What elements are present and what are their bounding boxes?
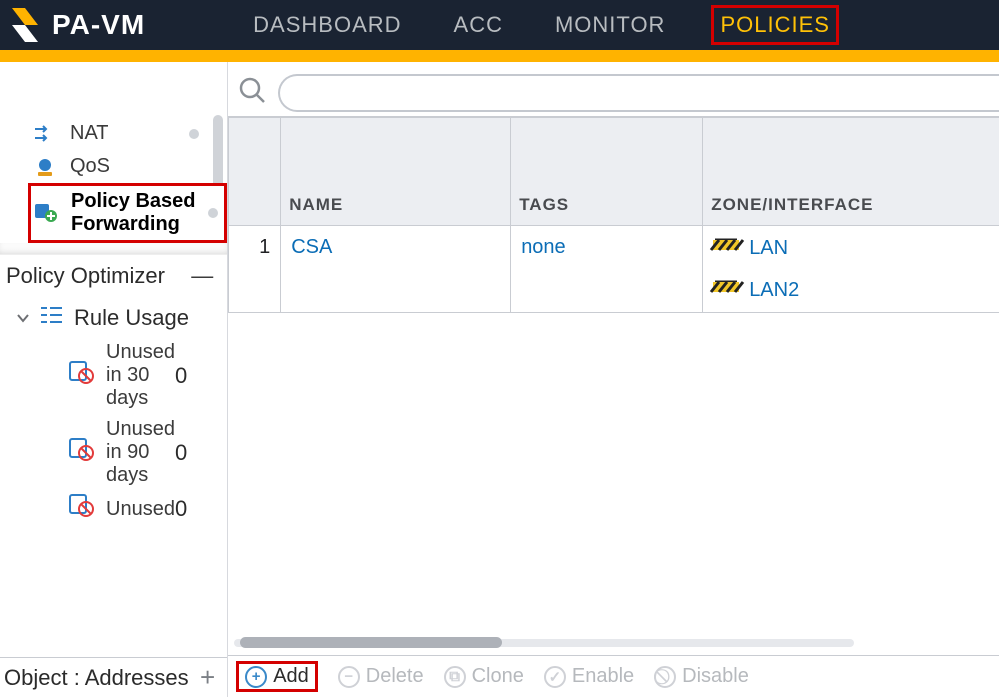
enable-label: Enable bbox=[572, 665, 634, 688]
zone-label: LAN bbox=[749, 237, 788, 260]
col-tags[interactable]: TAGS bbox=[511, 118, 703, 226]
accent-bar bbox=[0, 50, 999, 62]
object-addresses-row[interactable]: Object : Addresses + bbox=[0, 657, 227, 697]
minus-circle-icon: − bbox=[338, 666, 360, 688]
delete-button[interactable]: − Delete bbox=[338, 665, 424, 688]
policy-tags-link[interactable]: none bbox=[511, 226, 703, 313]
sidebar-item-qos[interactable]: QoS bbox=[28, 150, 227, 183]
unused-icon bbox=[70, 495, 94, 523]
rule-usage-count: 0 bbox=[175, 363, 187, 389]
col-tags-label: TAGS bbox=[519, 195, 569, 214]
policy-optimizer-body: Rule Usage Unused in 30 days 0 Unused in… bbox=[0, 293, 227, 533]
nav-dashboard[interactable]: DASHBOARD bbox=[247, 8, 407, 42]
col-name-label: NAME bbox=[289, 195, 343, 214]
col-number bbox=[229, 118, 281, 226]
rule-usage-count: 0 bbox=[175, 440, 187, 466]
zone-icon bbox=[713, 278, 739, 302]
row-number: 1 bbox=[229, 226, 281, 313]
search-row bbox=[228, 62, 999, 116]
policy-name-link[interactable]: CSA bbox=[281, 226, 511, 313]
scrollbar-thumb[interactable] bbox=[240, 637, 502, 648]
col-zone[interactable]: ZONE/INTERFACE bbox=[703, 118, 999, 226]
nav-monitor[interactable]: MONITOR bbox=[549, 8, 671, 42]
brand-name: PA-VM bbox=[52, 9, 145, 41]
sidebar-item-label: Policy Based Forwarding bbox=[71, 190, 220, 236]
check-circle-icon: ✓ bbox=[544, 666, 566, 688]
rule-usage-label: Rule Usage bbox=[74, 305, 189, 331]
rule-usage-child-label: Unused in 30 days bbox=[106, 341, 175, 410]
brand-logo-icon bbox=[8, 8, 42, 42]
rule-usage-count: 0 bbox=[175, 496, 187, 522]
disable-button[interactable]: ⃠ Disable bbox=[654, 665, 749, 688]
policy-optimizer-title: Policy Optimizer bbox=[6, 263, 165, 289]
zone-link[interactable]: LAN2 bbox=[713, 278, 999, 302]
search-icon[interactable] bbox=[234, 76, 270, 111]
policy-optimizer-header[interactable]: Policy Optimizer — bbox=[0, 255, 227, 293]
sidebar-item-label: NAT bbox=[70, 122, 109, 145]
nav-acc[interactable]: ACC bbox=[448, 8, 509, 42]
unused-30-icon bbox=[70, 362, 94, 390]
top-nav: DASHBOARD ACC MONITOR POLICIES bbox=[247, 0, 839, 50]
disable-label: Disable bbox=[682, 665, 749, 688]
policy-table: NAME TAGS ZONE/INTERFACE 1 CSA none bbox=[228, 116, 999, 655]
rule-usage-icon bbox=[40, 305, 64, 331]
policy-type-list: NAT QoS Policy Based Forwarding bbox=[0, 62, 227, 243]
enable-button[interactable]: ✓ Enable bbox=[544, 665, 634, 688]
delete-label: Delete bbox=[366, 665, 424, 688]
add-label: Add bbox=[273, 665, 309, 688]
plus-circle-icon: + bbox=[245, 666, 267, 688]
slash-circle-icon: ⃠ bbox=[654, 666, 676, 688]
content-pane: NAME TAGS ZONE/INTERFACE 1 CSA none bbox=[228, 62, 999, 697]
nat-icon bbox=[32, 125, 58, 143]
rule-usage-unused-90[interactable]: Unused in 90 days 0 bbox=[0, 414, 227, 491]
left-panel: NAT QoS Policy Based Forwarding Policy O… bbox=[0, 62, 228, 697]
action-toolbar: + Add − Delete ⧉ Clone ✓ Enable ⃠ Disabl… bbox=[228, 655, 999, 697]
search-input[interactable] bbox=[278, 74, 999, 112]
sidebar-item-policy-based-forwarding[interactable]: Policy Based Forwarding bbox=[28, 183, 227, 243]
policy-zone-cell: LAN LAN2 bbox=[703, 226, 999, 313]
col-zone-label: ZONE/INTERFACE bbox=[711, 195, 873, 214]
zone-link[interactable]: LAN bbox=[713, 236, 999, 260]
plus-icon[interactable]: + bbox=[200, 662, 215, 693]
sidebar-item-label: QoS bbox=[70, 155, 110, 178]
list-fade-divider bbox=[0, 243, 227, 255]
top-nav-bar: PA-VM DASHBOARD ACC MONITOR POLICIES bbox=[0, 0, 999, 50]
unused-90-icon bbox=[70, 439, 94, 467]
table-row[interactable]: 1 CSA none LAN bbox=[229, 226, 999, 313]
nav-policies[interactable]: POLICIES bbox=[711, 5, 838, 45]
col-name[interactable]: NAME bbox=[281, 118, 511, 226]
rule-usage-child-label: Unused in 90 days bbox=[106, 418, 175, 487]
rule-usage-unused[interactable]: Unused 0 bbox=[0, 491, 227, 527]
clone-label: Clone bbox=[472, 665, 524, 688]
horizontal-scrollbar[interactable] bbox=[234, 635, 854, 651]
rule-usage-unused-30[interactable]: Unused in 30 days 0 bbox=[0, 337, 227, 414]
rule-usage-child-label: Unused bbox=[106, 498, 175, 521]
object-addresses-label: Object : Addresses bbox=[4, 665, 189, 691]
rule-usage-row[interactable]: Rule Usage bbox=[0, 299, 227, 337]
zone-icon bbox=[713, 236, 739, 260]
clone-button[interactable]: ⧉ Clone bbox=[444, 665, 524, 688]
qos-icon bbox=[32, 157, 58, 177]
sidebar-item-nat[interactable]: NAT bbox=[28, 117, 227, 150]
pbf-icon bbox=[35, 202, 59, 224]
brand: PA-VM bbox=[0, 8, 157, 42]
add-button[interactable]: + Add bbox=[236, 661, 318, 692]
clone-circle-icon: ⧉ bbox=[444, 666, 466, 688]
chevron-down-icon bbox=[16, 305, 30, 331]
collapse-icon[interactable]: — bbox=[191, 263, 213, 289]
status-dot-icon bbox=[189, 129, 199, 139]
zone-label: LAN2 bbox=[749, 279, 799, 302]
